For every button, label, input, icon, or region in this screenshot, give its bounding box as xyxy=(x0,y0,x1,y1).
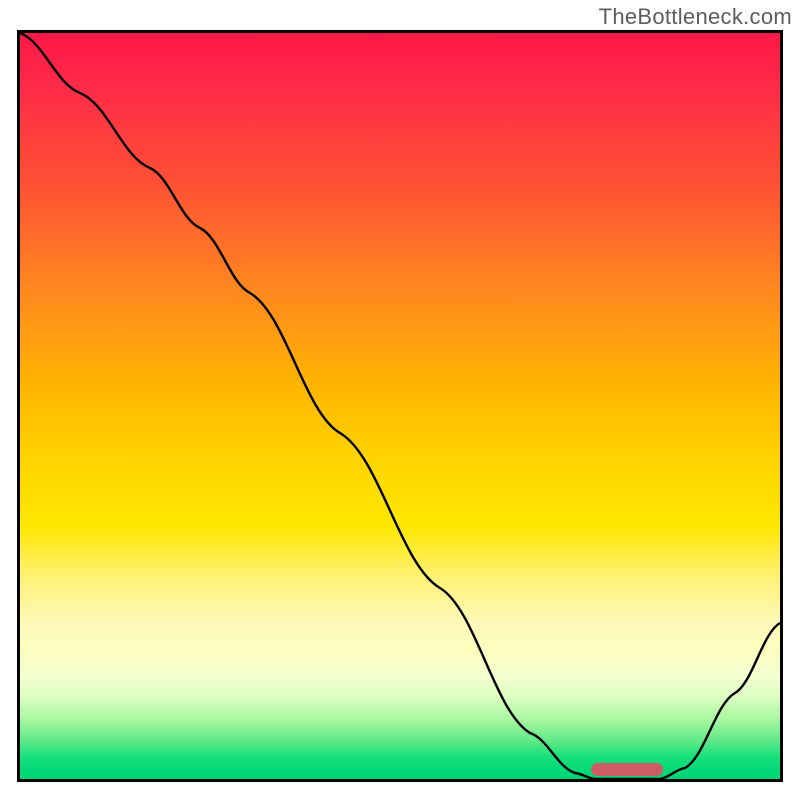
chart-frame: TheBottleneck.com xyxy=(0,0,800,800)
optimal-range-marker xyxy=(591,763,663,776)
curve-path xyxy=(20,33,780,779)
plot-area xyxy=(17,30,783,782)
watermark-text: TheBottleneck.com xyxy=(599,4,792,30)
bottleneck-curve xyxy=(20,33,780,779)
